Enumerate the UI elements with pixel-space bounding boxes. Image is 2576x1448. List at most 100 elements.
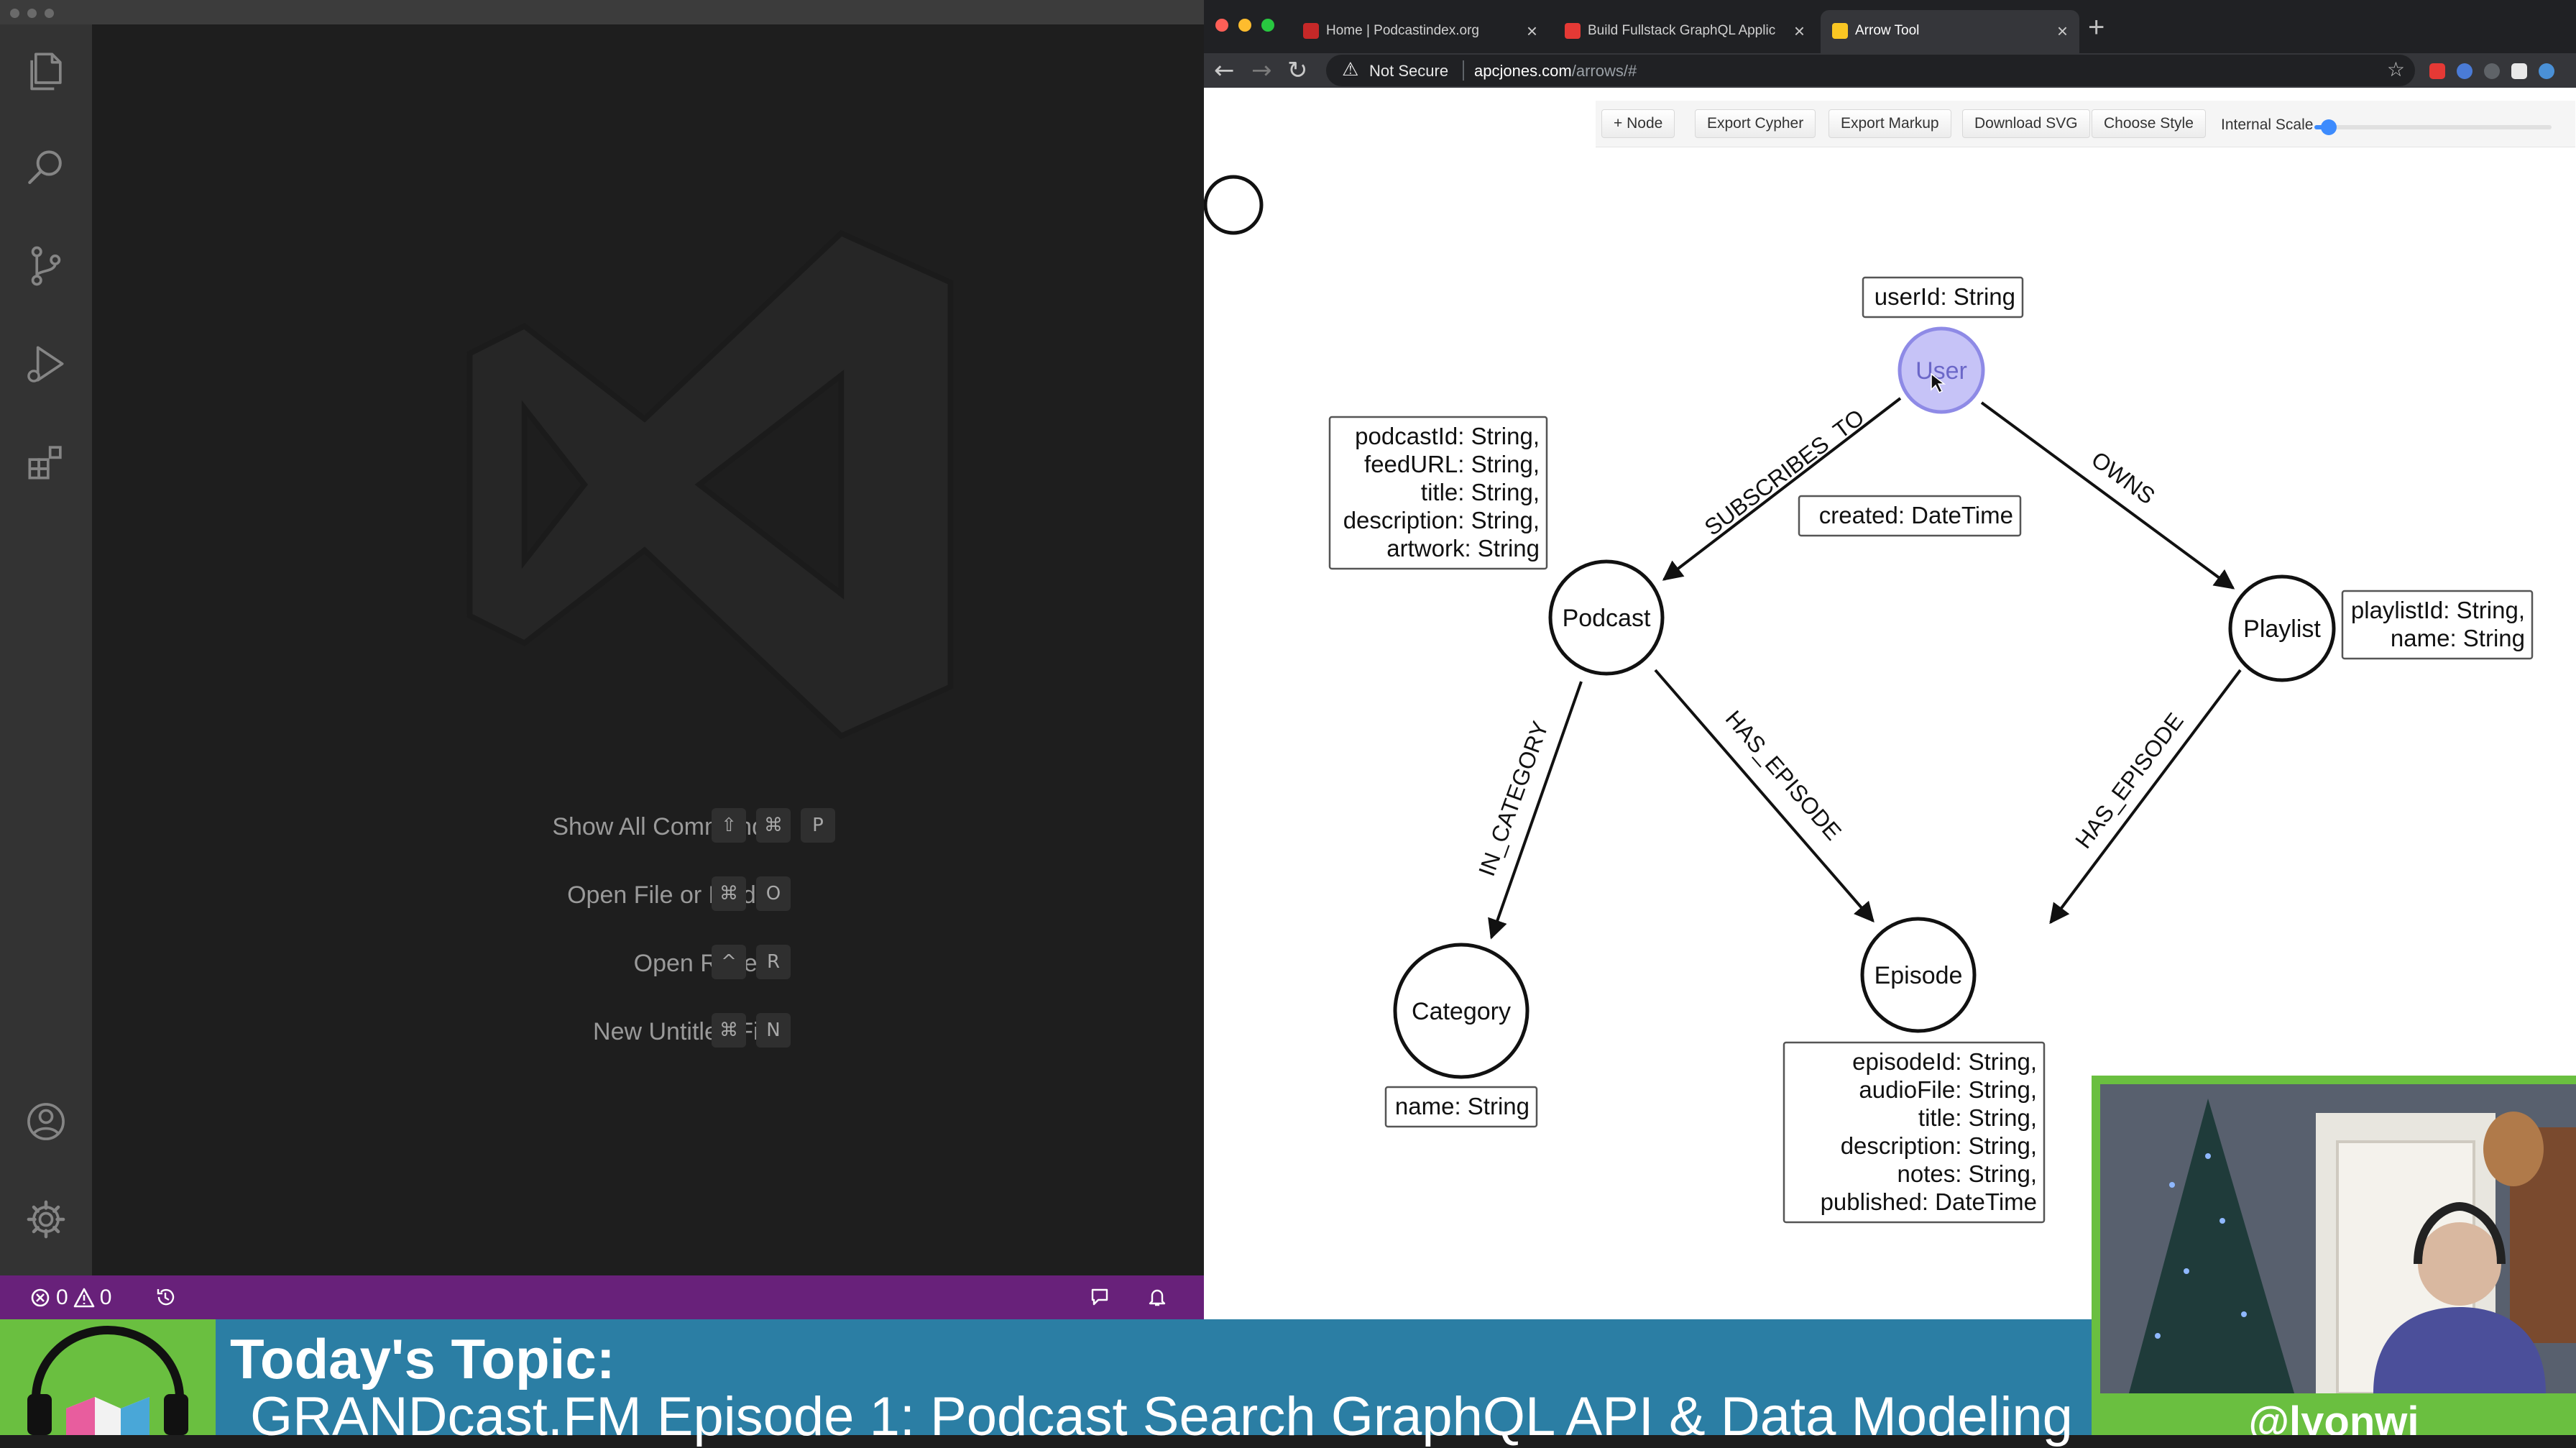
browser-toolbar: ← → ↻ ⚠ Not Secure apcjones.com/arrows/#… (1204, 53, 2576, 88)
tab-arrow-tool[interactable]: Arrow Tool × (1821, 10, 2079, 53)
keybinding-key: P (801, 808, 835, 843)
export-cypher-button[interactable]: Export Cypher (1695, 109, 1816, 138)
extension-icon[interactable] (2457, 63, 2472, 79)
browser-minimize-dot[interactable] (1238, 19, 1251, 32)
new-tab-icon[interactable]: + (2088, 12, 2104, 44)
manage-button[interactable] (22, 1195, 70, 1244)
episode-title: GRANDcast.FM Episode 1: Podcast Search G… (250, 1386, 2073, 1447)
error-count: 0 (56, 1286, 68, 1309)
close-icon[interactable]: × (2057, 20, 2068, 42)
source-control-icon (31, 246, 61, 286)
explorer-button[interactable] (22, 46, 70, 95)
extension-icon[interactable] (2511, 63, 2527, 79)
shortcut-row[interactable]: New Untitled File ⌘ N (92, 1009, 1204, 1053)
shortcut-keys: ⌘ N (712, 1013, 791, 1048)
export-markup-button[interactable]: Export Markup (1828, 109, 1951, 138)
timeline-button[interactable] (154, 1286, 177, 1309)
shortcut-row[interactable]: Open Recent ^ R (92, 941, 1204, 984)
relationship-label: OWNS (2087, 446, 2160, 510)
warning-icon[interactable]: ⚠ (1342, 59, 1358, 81)
browser-close-dot[interactable] (1215, 19, 1228, 32)
topic-label: Today's Topic: (230, 1327, 615, 1390)
files-icon (30, 52, 62, 91)
bell-icon (1149, 1289, 1166, 1306)
webcam-overlay: @lyonwj (2092, 1076, 2576, 1435)
vscode-logo-watermark (466, 229, 954, 740)
search-button[interactable] (22, 144, 70, 193)
node-new[interactable] (1204, 175, 1264, 235)
grandcast-logo (0, 1319, 216, 1435)
extension-icon[interactable] (2539, 63, 2554, 79)
download-svg-button[interactable]: Download SVG (1962, 109, 2090, 138)
tab-favicon (1303, 23, 1319, 39)
tab-podcastindex[interactable]: Home | Podcastindex.org × (1292, 10, 1549, 53)
property-line: description: String, (1841, 1132, 2037, 1159)
choose-style-button[interactable]: Choose Style (2092, 109, 2206, 138)
shortcut-row[interactable]: Open File or Folder ⌘ O (92, 873, 1204, 916)
property-line: description: String, (1343, 507, 1540, 533)
extensions-icon (28, 446, 62, 480)
close-icon[interactable]: × (1527, 20, 1537, 42)
source-control-button[interactable] (22, 242, 70, 290)
run-debug-button[interactable] (22, 339, 70, 388)
property-line: feedURL: String, (1364, 451, 1540, 477)
feedback-button[interactable] (1088, 1286, 1111, 1309)
shortcut-keys: ⇧ ⌘ P (712, 808, 835, 843)
gear-icon (27, 1200, 65, 1239)
bookmark-star-icon[interactable]: ☆ (2387, 58, 2405, 81)
window-minimize-dot[interactable] (27, 9, 37, 18)
property-line: artwork: String (1386, 535, 1540, 562)
url-path: /arrows/# (1571, 62, 1637, 80)
headphones-logo-icon (27, 1326, 188, 1435)
slider-thumb[interactable] (2320, 119, 2337, 135)
address-separator (1463, 60, 1464, 81)
shortcut-keys: ^ R (712, 945, 791, 979)
window-close-dot[interactable] (10, 9, 19, 18)
property-line: created: DateTime (1819, 502, 2013, 528)
tab-favicon (1832, 23, 1848, 39)
account-icon (27, 1103, 65, 1140)
internal-scale-slider[interactable] (2314, 119, 2552, 135)
keybinding-key: ⌘ (756, 808, 791, 843)
security-chip[interactable]: Not Secure (1369, 62, 1448, 81)
feedback-icon (1091, 1288, 1108, 1306)
extension-icon[interactable] (2484, 63, 2500, 79)
problems-indicator[interactable]: 0 0 (29, 1286, 111, 1310)
notifications-button[interactable] (1146, 1286, 1169, 1309)
keybinding-key: ⌘ (712, 1013, 746, 1048)
accounts-button[interactable] (22, 1097, 70, 1146)
shortcut-row[interactable]: Show All Commands ⇧ ⌘ P (92, 805, 1204, 848)
close-icon[interactable]: × (1794, 20, 1805, 42)
node-label: Category (1412, 998, 1511, 1025)
relationship-arrow[interactable] (1654, 669, 1874, 923)
keybinding-key: N (756, 1013, 791, 1048)
property-line: playlistId: String, (2351, 597, 2525, 623)
back-icon[interactable]: ← (1214, 56, 1235, 85)
search-icon (28, 150, 62, 184)
internal-scale-label: Internal Scale (2221, 116, 2314, 133)
reload-icon[interactable]: ↻ (1287, 56, 1308, 85)
webcam-feed (2100, 1084, 2576, 1393)
streamer-handle: @lyonwj (2248, 1398, 2419, 1435)
url-host: apcjones.com (1474, 62, 1572, 80)
relationship-arrow[interactable] (2049, 669, 2242, 925)
relationship-label: HAS_EPISODE (2070, 708, 2189, 853)
add-node-button[interactable]: + Node (1601, 109, 1675, 138)
url-text[interactable]: apcjones.com/arrows/# (1474, 62, 1637, 81)
tab-fullstack-graphql[interactable]: Build Fullstack GraphQL Applic × (1553, 10, 1816, 53)
address-bar[interactable]: ⚠ Not Secure apcjones.com/arrows/# ☆ (1326, 55, 2415, 86)
keybinding-key: ⌘ (712, 876, 746, 911)
property-line: name: String (1395, 1093, 1530, 1119)
browser-zoom-dot[interactable] (1261, 19, 1274, 32)
run-debug-icon (27, 346, 64, 382)
window-zoom-dot[interactable] (45, 9, 54, 18)
node-label: Playlist (2243, 615, 2321, 643)
browser-tab-strip: Home | Podcastindex.org × Build Fullstac… (1204, 0, 2576, 53)
extension-icon[interactable] (2429, 63, 2445, 79)
arrow-tool-toolbar: + Node Export Cypher Export Markup Downl… (1596, 101, 2575, 147)
extensions-button[interactable] (22, 437, 70, 486)
relationship-arrow[interactable] (1980, 401, 2235, 590)
warning-count: 0 (99, 1286, 112, 1309)
property-line: userId: String (1874, 283, 2015, 310)
forward-icon[interactable]: → (1251, 56, 1272, 85)
